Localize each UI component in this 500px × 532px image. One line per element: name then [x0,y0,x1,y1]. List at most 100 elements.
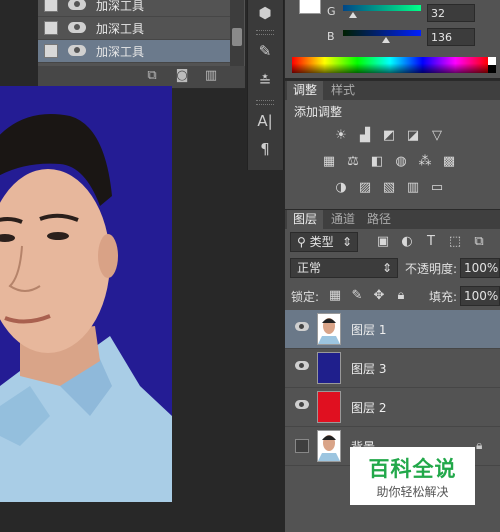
opacity-field[interactable]: 100% [460,258,500,278]
b-value-field[interactable]: 136 [427,28,475,46]
color-balance-icon[interactable]: ⚖ [345,155,361,169]
grip-handle[interactable] [256,30,274,35]
history-item[interactable]: 加深工具 [38,17,230,40]
character-icon[interactable]: A| [254,110,276,132]
tab-paths[interactable]: 路径 [361,210,397,229]
history-checkbox[interactable] [44,0,58,12]
lock-transparent-icon[interactable]: ▦ [327,289,343,303]
lock-position-icon[interactable]: ✥ [371,289,387,303]
blend-mode-select[interactable]: 正常 ⇕ [290,258,398,278]
blend-mode-value: 正常 [297,261,322,275]
brightness-icon[interactable]: ☀ [333,129,349,143]
opacity-label: 不透明度: [405,262,458,276]
g-slider-thumb[interactable] [349,12,357,18]
posterize-icon[interactable]: ▨ [357,181,373,195]
lock-icon: 🔒︎ [476,438,483,452]
add-adjustment-heading: 添加调整 [294,105,343,119]
adjustments-panel: 调整 样式 添加调整 ☀ ▟ ◩ ◪ ▽ ▦ ⚖ ◧ ◍ ⁂ ▩ ◑ ▨ ▧ ▥… [285,80,500,209]
layer-thumbnail [317,430,341,462]
brush-presets-icon[interactable]: ✎ [254,40,276,62]
paragraph-icon[interactable]: ¶ [254,138,276,160]
visibility-eye-icon[interactable] [295,322,309,331]
history-footer: ⧉ ◙ ▥ [38,66,245,88]
chevron-updown-icon: ⇕ [341,235,352,249]
vibrance-icon[interactable]: ▽ [429,129,445,143]
g-value-field[interactable]: 32 [427,4,475,22]
hue-saturation-icon[interactable]: ▦ [321,155,337,169]
burn-tool-icon [68,0,86,10]
adjustments-tabbar: 调整 样式 [285,81,500,100]
filter-adjustment-icon[interactable]: ◐ [399,235,415,249]
visibility-eye-icon[interactable] [295,400,309,409]
b-slider-thumb[interactable] [382,37,390,43]
layer-thumbnail [317,391,341,423]
b-channel-label: B [327,30,335,43]
portrait-thumbnail [318,431,340,461]
camera-icon[interactable]: ◙ [174,69,190,83]
history-scroll-thumb[interactable] [232,28,242,46]
history-item[interactable]: 加深工具 [38,0,230,17]
chevron-updown-icon: ⇕ [381,261,392,275]
layer-filter-select[interactable]: ⚲ 类型 ⇕ [290,232,358,252]
history-checkbox[interactable] [44,21,58,35]
black-white-icon[interactable]: ◧ [369,155,385,169]
watermark-title: 百科全说 [368,457,457,481]
channel-mixer-icon[interactable]: ⁂ [417,155,433,169]
lock-all-icon[interactable]: 🔒︎ [393,289,409,303]
color-lookup-icon[interactable]: ▩ [441,155,457,169]
layer-filter-value: 类型 [309,235,334,249]
history-checkbox[interactable] [44,44,58,58]
canvas-image[interactable] [0,86,172,502]
layer-row[interactable]: 图层 2 [285,388,500,427]
tab-layers[interactable]: 图层 [287,210,324,229]
brush-settings-icon[interactable]: ≛ [254,70,276,92]
filter-smart-object-icon[interactable]: ⧉ [471,235,487,249]
lock-image-icon[interactable]: ✎ [349,289,365,303]
fill-field[interactable]: 100% [460,286,500,306]
history-item-label: 加深工具 [96,22,145,36]
b-slider-track[interactable] [343,30,421,36]
history-item-label: 加深工具 [96,45,145,59]
levels-icon[interactable]: ▟ [357,129,373,143]
history-item-selected[interactable]: 加深工具 [38,40,230,63]
tab-adjustments[interactable]: 调整 [287,81,324,100]
3d-cube-icon[interactable]: ⬢ [254,2,276,24]
filter-shape-icon[interactable]: ⬚ [447,235,463,249]
trash-icon[interactable]: ▥ [203,69,219,83]
portrait-thumbnail [318,314,340,344]
filter-type-icon[interactable]: T [423,235,439,249]
tab-channels[interactable]: 通道 [325,210,361,229]
layer-row-selected[interactable]: 图层 1 [285,310,500,349]
layer-thumbnail [317,313,341,345]
foreground-swatch[interactable] [299,0,321,14]
threshold-icon[interactable]: ▧ [381,181,397,195]
layer-name: 图层 3 [351,362,387,376]
lock-label: 锁定: [291,290,320,304]
selective-color-icon[interactable]: ▥ [405,181,421,195]
spectrum-black[interactable] [488,65,496,73]
spectrum-white[interactable] [488,57,496,65]
layer-thumbnail [317,352,341,384]
new-snapshot-icon[interactable]: ⧉ [144,69,160,83]
burn-tool-icon [68,22,86,33]
g-slider-track[interactable] [343,5,421,11]
filter-pixel-icon[interactable]: ▣ [375,235,391,249]
layer-row[interactable]: 图层 3 [285,349,500,388]
search-icon: ⚲ [297,235,310,249]
layer-name: 图层 1 [351,323,387,337]
visibility-toggle-box[interactable] [295,439,309,453]
curves-icon[interactable]: ◩ [381,129,397,143]
portrait-photo [0,86,172,502]
gradient-map-icon[interactable]: ▭ [429,181,445,195]
fill-label: 填充: [429,290,458,304]
g-channel-label: G [327,5,336,18]
tab-styles[interactable]: 样式 [325,81,361,100]
photo-filter-icon[interactable]: ◍ [393,155,409,169]
watermark-logo: 百科全说 助你轻松解决 [350,447,475,505]
grip-handle[interactable] [256,100,274,105]
invert-icon[interactable]: ◑ [333,181,349,195]
visibility-eye-icon[interactable] [295,361,309,370]
exposure-icon[interactable]: ◪ [405,129,421,143]
watermark-subtitle: 助你轻松解决 [376,485,449,499]
panel-tool-strip: ⬢ ✎ ≛ A| ¶ [247,0,284,170]
